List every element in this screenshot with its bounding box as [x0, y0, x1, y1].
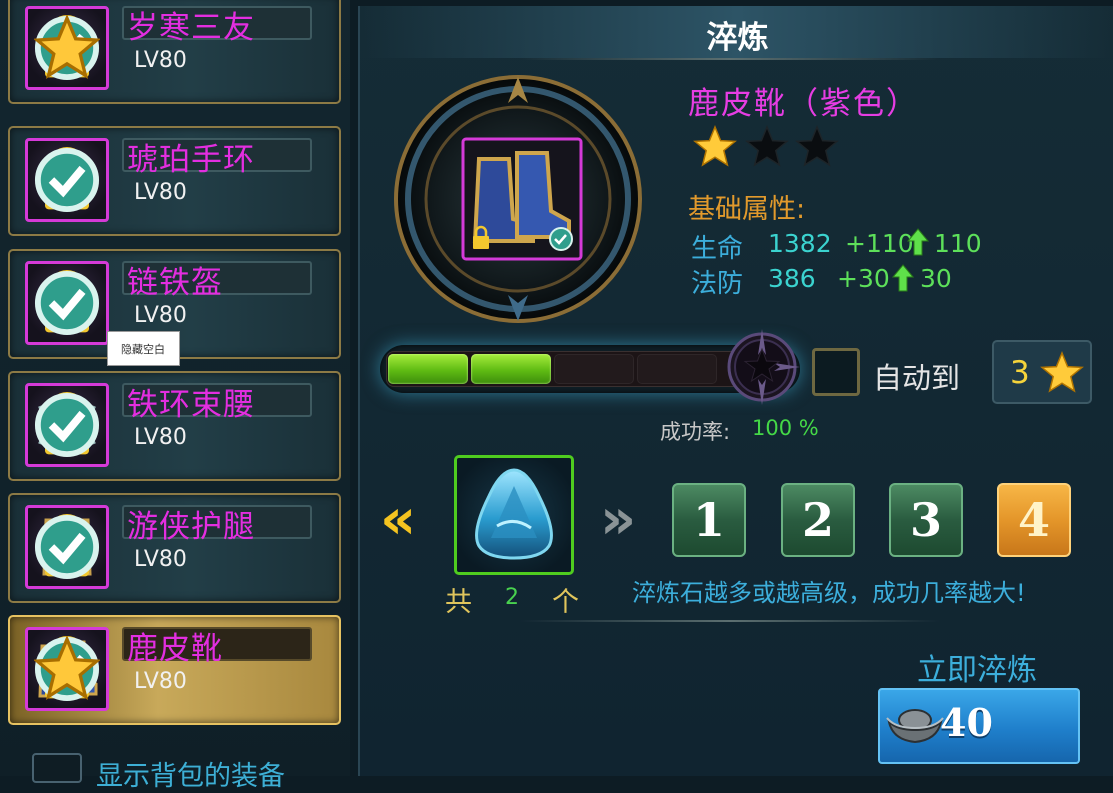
- equipment-name: 铁环束腰: [127, 387, 255, 423]
- refine-stone-slot[interactable]: [454, 455, 574, 575]
- prev-arrow-icon[interactable]: «: [380, 485, 424, 555]
- check-icon: [34, 270, 100, 336]
- refine-stone-icon: [475, 468, 553, 560]
- check-icon: [34, 514, 100, 580]
- equipment-list: 岁寒三友 LV80 琥珀手环 LV80 链铁盔 LV80 铁环束腰 LV80 游…: [0, 0, 350, 792]
- check-icon: [34, 392, 100, 458]
- star-empty-icon: [795, 125, 839, 167]
- stat-name: 生命: [691, 234, 744, 264]
- stat-bonus: +110: [845, 229, 914, 258]
- auto-refine-label: 自动到: [873, 361, 961, 395]
- star-icon: [1040, 351, 1084, 393]
- progress-segment-empty: [554, 354, 634, 384]
- silver-ingot-icon: [886, 709, 944, 744]
- tooltip: 隐藏空白: [107, 331, 180, 366]
- equipment-level: LV80: [134, 547, 187, 572]
- equipment-item[interactable]: 铁环束腰 LV80: [8, 371, 341, 481]
- stat-bonus: +30: [837, 264, 890, 293]
- equipment-thumbnail: [25, 627, 109, 711]
- progress-knob-star-icon: [727, 329, 800, 405]
- refine-now-label: 立即淬炼: [917, 653, 1037, 688]
- divider: [520, 58, 940, 60]
- stone-count-prefix: 共: [445, 587, 472, 618]
- equipment-level: LV80: [134, 303, 187, 328]
- equipment-item[interactable]: 琥珀手环 LV80: [8, 126, 341, 236]
- show-bag-label: 显示背包的装备: [96, 761, 285, 792]
- check-icon: [549, 227, 573, 251]
- equipment-level: LV80: [134, 425, 187, 450]
- star-filled-icon: [693, 125, 737, 167]
- attributes-title: 基础属性:: [688, 194, 806, 225]
- stat-gain: 110: [934, 229, 982, 258]
- equipment-level: LV80: [134, 669, 187, 694]
- quantity-button-1[interactable]: 1: [672, 483, 746, 557]
- stat-value: 386: [768, 264, 816, 293]
- stat-name: 法防: [691, 269, 744, 299]
- target-star-count: 3: [1010, 355, 1030, 391]
- progress-segment-empty: [637, 354, 717, 384]
- stone-count: 2: [505, 585, 519, 610]
- up-arrow-icon: [907, 228, 929, 256]
- star-empty-icon: [745, 125, 789, 167]
- equipment-name: 岁寒三友: [127, 10, 255, 46]
- success-rate-label: 成功率:: [660, 420, 731, 444]
- quantity-button-4-selected[interactable]: 4: [997, 483, 1071, 557]
- equipment-item[interactable]: 岁寒三友 LV80: [8, 0, 341, 104]
- divider: [520, 620, 940, 622]
- progress-segment-filled: [388, 354, 468, 384]
- refine-cost: 40: [940, 700, 993, 745]
- refine-hint: 淬炼石越多或越高级，成功几率越大!: [632, 579, 1026, 607]
- equipment-name: 鹿皮靴: [127, 631, 223, 667]
- equipment-thumbnail: [25, 6, 109, 90]
- equipment-name: 琥珀手环: [127, 142, 255, 178]
- success-rate-value: 100 %: [752, 416, 819, 440]
- stat-gain: 30: [920, 264, 952, 293]
- panel-title: 淬炼: [706, 20, 769, 56]
- stone-count-suffix: 个: [552, 587, 579, 618]
- equipment-name: 游侠护腿: [127, 509, 255, 545]
- quantity-button-2[interactable]: 2: [781, 483, 855, 557]
- equipment-thumbnail: [25, 505, 109, 589]
- up-arrow-icon: [892, 264, 914, 292]
- item-name: 鹿皮靴（紫色）: [688, 86, 919, 122]
- quantity-button-3[interactable]: 3: [889, 483, 963, 557]
- equipment-item-selected[interactable]: 鹿皮靴 LV80: [8, 615, 341, 725]
- equipment-level: LV80: [134, 180, 187, 205]
- equipment-item[interactable]: 游侠护腿 LV80: [8, 493, 341, 603]
- equipment-thumbnail: [25, 261, 109, 345]
- stat-value: 1382: [768, 229, 832, 258]
- equipment-thumbnail: [25, 138, 109, 222]
- equipment-thumbnail: [25, 383, 109, 467]
- auto-refine-checkbox[interactable]: [812, 348, 860, 396]
- equipment-name: 链铁盔: [127, 265, 223, 301]
- equipment-level: LV80: [134, 48, 187, 73]
- star-icon: [34, 636, 100, 700]
- check-icon: [34, 147, 100, 213]
- show-bag-checkbox[interactable]: [32, 753, 82, 783]
- equipment-medallion: [394, 75, 642, 323]
- next-arrow-icon[interactable]: »: [600, 485, 644, 555]
- star-icon: [34, 15, 100, 79]
- progress-segment-filled: [471, 354, 551, 384]
